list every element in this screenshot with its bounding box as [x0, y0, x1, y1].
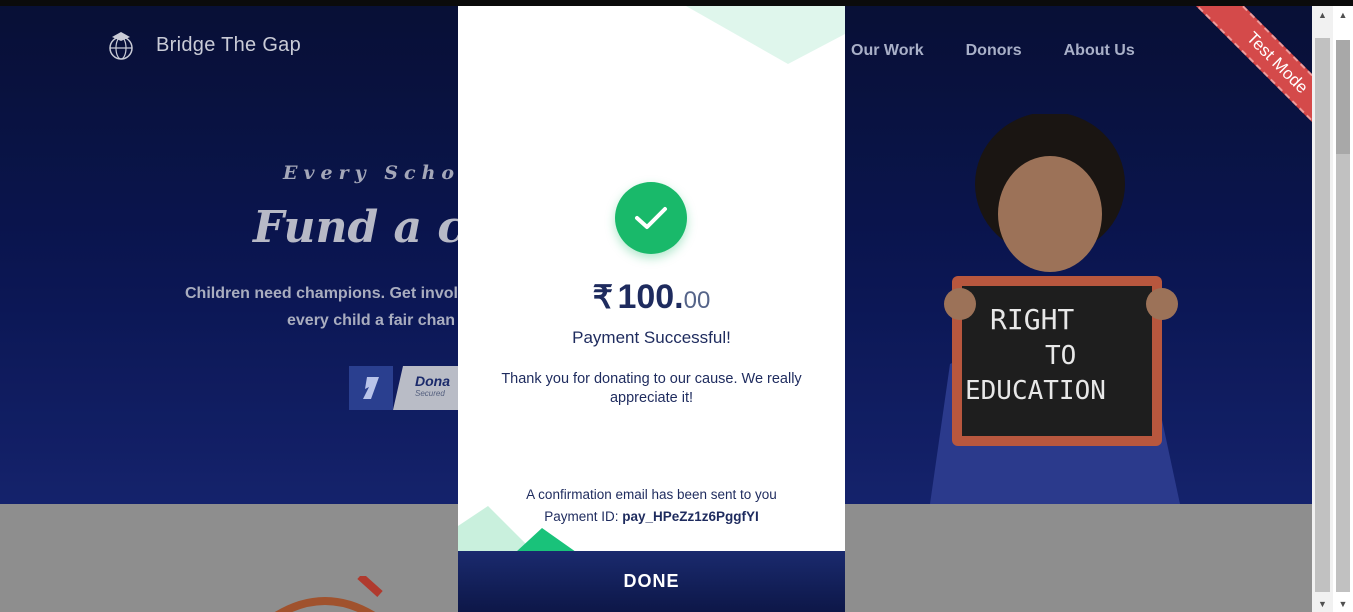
amount-integer: 100.: [617, 278, 684, 316]
payment-amount: ₹ 100.00: [458, 278, 845, 317]
window-scroll-thumb[interactable]: [1336, 40, 1350, 154]
hero-subtext-line1: Children need champions. Get invol: [185, 285, 458, 302]
scroll-down-arrow-icon[interactable]: ▼: [1312, 595, 1333, 612]
child-with-chalkboard-image: RIGHT TO EDUCATION: [930, 114, 1180, 504]
scrollbar-track[interactable]: [1315, 38, 1330, 592]
brand[interactable]: Bridge The Gap: [104, 28, 301, 62]
payment-id-label: Payment ID:: [544, 509, 619, 524]
scroll-up-arrow-icon[interactable]: ▲: [1312, 6, 1333, 23]
chalkboard-line3: EDUCATION: [965, 376, 1106, 406]
chalkboard-line2: TO: [1045, 341, 1076, 371]
hero-subtext-line2: every child a fair chan: [287, 312, 456, 329]
test-mode-ribbon: Test Mode: [1180, 6, 1312, 146]
page-scrollbar[interactable]: ▲ ▼: [1312, 6, 1333, 612]
globe-cap-logo-icon: [109, 32, 133, 60]
payment-success-modal: ₹ 100.00 Payment Successful! Thank you f…: [458, 6, 845, 612]
window-scroll-down-icon[interactable]: ▼: [1333, 595, 1353, 612]
payment-status: Payment Successful!: [572, 328, 731, 347]
window-scrollbar[interactable]: ▲ ▼: [1333, 6, 1353, 612]
main-nav: Our Work Donors About Us: [851, 42, 1135, 60]
success-check-icon: [615, 182, 687, 254]
chalkboard-line1: RIGHT: [990, 303, 1074, 336]
thank-you-message: Thank you for donating to our cause. We …: [501, 371, 802, 406]
brand-name: Bridge The Gap: [156, 33, 302, 56]
amount-decimal: 00: [683, 287, 711, 314]
payment-id-line: Payment ID: pay_HPeZz1z6PggfYI: [458, 509, 845, 524]
modal-bottom-decoration: [458, 506, 576, 552]
confirmation-email-note: A confirmation email has been sent to yo…: [526, 487, 777, 502]
test-mode-label: Test Mode: [1190, 6, 1312, 146]
nav-our-work[interactable]: Our Work: [851, 42, 924, 60]
nav-about-us[interactable]: About Us: [1064, 42, 1135, 60]
payment-id-value: pay_HPeZz1z6PggfYI: [622, 509, 759, 524]
done-button[interactable]: DONE: [458, 551, 845, 612]
currency-symbol: ₹: [592, 279, 613, 315]
globe-illustration: [275, 576, 383, 612]
modal-top-decoration: [686, 6, 845, 64]
window-scroll-up-icon[interactable]: ▲: [1333, 6, 1353, 23]
razorpay-icon: [349, 366, 393, 410]
nav-donors[interactable]: Donors: [966, 42, 1022, 60]
